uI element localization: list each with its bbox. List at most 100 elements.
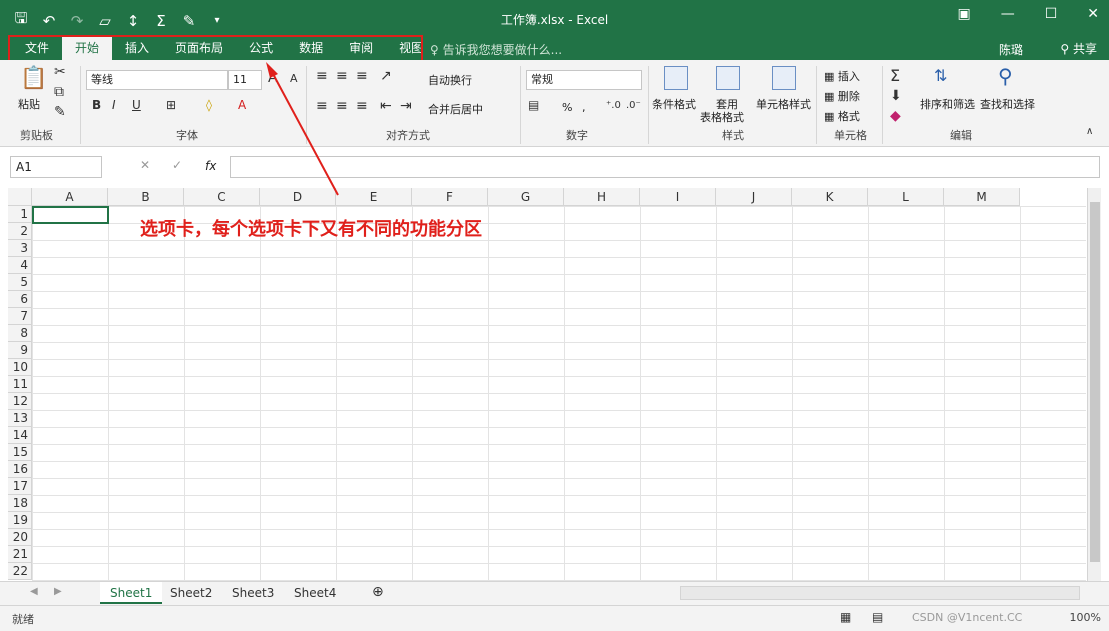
- format-table-icon[interactable]: [716, 66, 740, 90]
- row-header[interactable]: 20: [8, 529, 32, 546]
- minimize-icon[interactable]: —: [1001, 6, 1015, 22]
- cell-styles-icon[interactable]: [772, 66, 796, 90]
- align-center-icon[interactable]: ≡: [336, 98, 348, 114]
- increase-indent-icon[interactable]: ⇥: [400, 98, 412, 114]
- border-icon[interactable]: ⊞: [166, 98, 176, 112]
- fill-color-icon[interactable]: ◊: [206, 98, 212, 112]
- increase-decimal-icon[interactable]: ⁺.0: [606, 100, 621, 111]
- row-header[interactable]: 2: [8, 223, 32, 240]
- column-header[interactable]: A: [32, 188, 108, 206]
- row-header[interactable]: 16: [8, 461, 32, 478]
- normal-view-icon[interactable]: ▦: [840, 610, 851, 624]
- paste-button[interactable]: 粘贴: [18, 96, 40, 112]
- font-color-icon[interactable]: A: [238, 98, 246, 112]
- column-header[interactable]: J: [716, 188, 792, 206]
- user-name[interactable]: 陈璐: [999, 41, 1023, 58]
- row-header[interactable]: 6: [8, 291, 32, 308]
- row-header[interactable]: 5: [8, 274, 32, 291]
- column-header[interactable]: I: [640, 188, 716, 206]
- currency-icon[interactable]: ▤: [528, 98, 539, 112]
- add-sheet-icon[interactable]: ⊕: [372, 584, 384, 600]
- underline-icon[interactable]: U: [132, 98, 141, 112]
- orientation-icon[interactable]: ↗: [380, 68, 392, 84]
- collapse-ribbon-icon[interactable]: ∧: [1086, 126, 1093, 137]
- row-header[interactable]: 17: [8, 478, 32, 495]
- row-header[interactable]: 13: [8, 410, 32, 427]
- cancel-icon[interactable]: ✕: [140, 158, 150, 172]
- column-header[interactable]: C: [184, 188, 260, 206]
- grow-font-icon[interactable]: A: [268, 70, 278, 86]
- paste-icon[interactable]: 📋: [20, 66, 47, 91]
- column-header[interactable]: M: [944, 188, 1020, 206]
- horizontal-scrollbar[interactable]: [680, 586, 1080, 600]
- row-header[interactable]: 22: [8, 563, 32, 580]
- page-layout-view-icon[interactable]: ▤: [872, 610, 883, 624]
- select-all-button[interactable]: [8, 188, 32, 206]
- cell-styles-button[interactable]: 单元格样式: [756, 96, 811, 112]
- delete-cells-button[interactable]: ▦ 删除: [824, 88, 860, 104]
- find-select-button[interactable]: 查找和选择: [980, 96, 1035, 112]
- column-header[interactable]: L: [868, 188, 944, 206]
- close-icon[interactable]: ✕: [1087, 6, 1099, 22]
- enter-icon[interactable]: ✓: [172, 158, 182, 172]
- ribbon-display-icon[interactable]: ▣: [957, 6, 970, 22]
- conditional-format-icon[interactable]: [664, 66, 688, 90]
- share-button[interactable]: ⚲ 共享: [1060, 40, 1097, 57]
- cut-icon[interactable]: ✂: [54, 64, 66, 80]
- column-header[interactable]: E: [336, 188, 412, 206]
- align-bottom-icon[interactable]: ≡: [356, 68, 368, 84]
- column-header[interactable]: F: [412, 188, 488, 206]
- format-cells-button[interactable]: ▦ 格式: [824, 108, 860, 124]
- decrease-decimal-icon[interactable]: .0⁻: [626, 100, 641, 111]
- format-table-button-line2[interactable]: 表格格式: [700, 109, 744, 125]
- row-header[interactable]: 9: [8, 342, 32, 359]
- formula-input[interactable]: [230, 156, 1100, 178]
- comma-button[interactable]: ,: [582, 101, 586, 114]
- vertical-scrollbar[interactable]: [1087, 188, 1101, 581]
- cell-area[interactable]: [32, 206, 1086, 581]
- tell-me-search[interactable]: ♀ 告诉我您想要做什么...: [430, 41, 562, 58]
- bold-icon[interactable]: B: [92, 98, 101, 112]
- vertical-scroll-thumb[interactable]: [1090, 202, 1100, 562]
- autosum-icon[interactable]: Σ: [890, 66, 900, 85]
- fill-icon[interactable]: ⬇: [890, 88, 902, 104]
- font-name-select[interactable]: 等线: [86, 70, 228, 90]
- row-header[interactable]: 3: [8, 240, 32, 257]
- column-header[interactable]: H: [564, 188, 640, 206]
- selected-cell-a1[interactable]: [32, 206, 109, 224]
- merge-center-button[interactable]: 合并后居中: [428, 101, 483, 117]
- align-right-icon[interactable]: ≡: [356, 98, 368, 114]
- prev-sheet-icon[interactable]: ◀: [30, 586, 38, 597]
- conditional-format-button[interactable]: 条件格式: [652, 96, 696, 112]
- row-header[interactable]: 21: [8, 546, 32, 563]
- font-size-select[interactable]: 11: [228, 70, 262, 90]
- row-header[interactable]: 1: [8, 206, 32, 223]
- italic-icon[interactable]: I: [112, 98, 116, 112]
- column-header[interactable]: G: [488, 188, 564, 206]
- align-left-icon[interactable]: ≡: [316, 98, 328, 114]
- sheet-tab-4[interactable]: Sheet4: [284, 582, 346, 604]
- next-sheet-icon[interactable]: ▶: [54, 586, 62, 597]
- row-header[interactable]: 7: [8, 308, 32, 325]
- align-top-icon[interactable]: ≡: [316, 68, 328, 84]
- wrap-text-button[interactable]: 自动换行: [428, 72, 472, 88]
- sheet-tab-1[interactable]: Sheet1: [100, 582, 163, 604]
- copy-icon[interactable]: ⧉: [54, 84, 64, 100]
- row-header[interactable]: 15: [8, 444, 32, 461]
- find-select-icon[interactable]: ⚲: [998, 64, 1013, 88]
- clear-icon[interactable]: ◆: [890, 108, 901, 124]
- row-header[interactable]: 14: [8, 427, 32, 444]
- row-header[interactable]: 19: [8, 512, 32, 529]
- row-header[interactable]: 10: [8, 359, 32, 376]
- number-format-select[interactable]: 常规: [526, 70, 642, 90]
- row-header[interactable]: 18: [8, 495, 32, 512]
- row-header[interactable]: 4: [8, 257, 32, 274]
- name-box[interactable]: A1: [10, 156, 102, 178]
- sheet-tab-3[interactable]: Sheet3: [222, 582, 284, 604]
- insert-function-button[interactable]: fx: [205, 159, 216, 173]
- insert-cells-button[interactable]: ▦ 插入: [824, 68, 860, 84]
- column-header[interactable]: D: [260, 188, 336, 206]
- format-painter-icon[interactable]: ✎: [54, 104, 66, 120]
- sort-filter-icon[interactable]: ⇅: [934, 66, 947, 85]
- row-header[interactable]: 11: [8, 376, 32, 393]
